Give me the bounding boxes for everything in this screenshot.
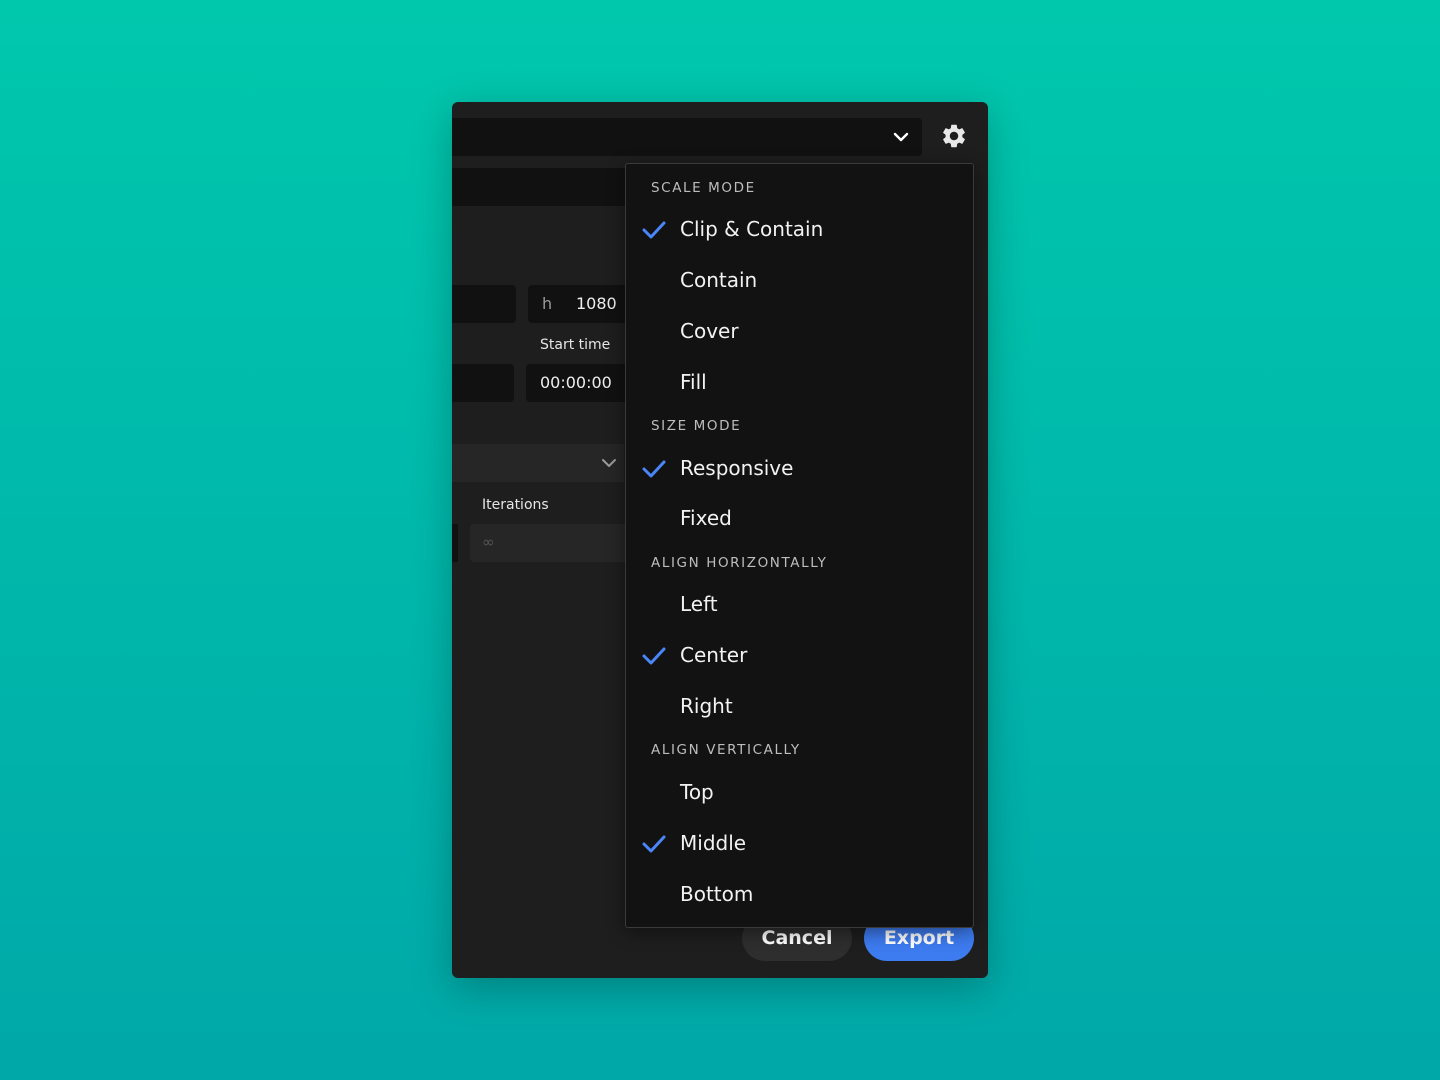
menu-item-contain[interactable]: Contain [626, 262, 973, 302]
section-header-size-mode: SIZE MODE [651, 418, 742, 434]
menu-item-label: Fixed [680, 506, 732, 530]
menu-item-label: Responsive [680, 456, 794, 480]
menu-item-label: Fill [680, 370, 707, 394]
field-edge [452, 524, 458, 562]
section-header-align-horizontally: ALIGN HORIZONTALLY [651, 555, 828, 571]
menu-item-label: Left [680, 592, 718, 616]
menu-item-cover[interactable]: Cover [626, 313, 973, 353]
menu-item-label: Cover [680, 319, 739, 343]
duration-field[interactable] [452, 364, 514, 402]
playback-dropdown[interactable] [452, 444, 624, 482]
name-field[interactable] [452, 168, 652, 206]
start-time-label: Start time [540, 337, 611, 353]
menu-item-middle[interactable]: Middle [626, 825, 973, 865]
settings-menu: SCALE MODE Clip & Contain Contain Cover … [625, 163, 974, 928]
menu-item-label: Clip & Contain [680, 217, 824, 241]
height-prefix: h [542, 294, 553, 313]
menu-item-left[interactable]: Left [626, 586, 973, 626]
iterations-label: Iterations [482, 497, 549, 513]
menu-item-bottom[interactable]: Bottom [626, 876, 973, 916]
chevron-down-icon[interactable] [600, 456, 618, 470]
checkmark-icon [642, 647, 666, 665]
menu-item-fixed[interactable]: Fixed [626, 500, 973, 540]
menu-item-label: Top [680, 780, 714, 804]
menu-item-label: Center [680, 643, 748, 667]
gear-icon[interactable] [940, 122, 968, 150]
checkmark-icon [642, 460, 666, 478]
menu-item-right[interactable]: Right [626, 688, 973, 728]
section-header-align-vertically: ALIGN VERTICALLY [651, 742, 801, 758]
section-header-scale-mode: SCALE MODE [651, 180, 756, 196]
menu-item-label: Middle [680, 831, 747, 855]
menu-item-responsive[interactable]: Responsive [626, 450, 973, 490]
menu-item-clip-contain[interactable]: Clip & Contain [626, 211, 973, 251]
menu-item-center[interactable]: Center [626, 637, 973, 677]
checkmark-icon [642, 835, 666, 853]
width-field[interactable] [452, 285, 516, 323]
format-select[interactable] [452, 118, 922, 156]
menu-item-top[interactable]: Top [626, 774, 973, 814]
height-value: 1080 [576, 294, 617, 313]
menu-item-label: Right [680, 694, 733, 718]
iterations-input[interactable]: ∞ [470, 524, 630, 562]
chevron-down-icon[interactable] [892, 128, 910, 146]
menu-item-fill[interactable]: Fill [626, 364, 973, 404]
menu-item-label: Bottom [680, 882, 754, 906]
start-time-value: 00:00:00 [540, 373, 612, 392]
iterations-placeholder: ∞ [482, 533, 495, 551]
checkmark-icon [642, 221, 666, 239]
menu-item-label: Contain [680, 268, 758, 292]
